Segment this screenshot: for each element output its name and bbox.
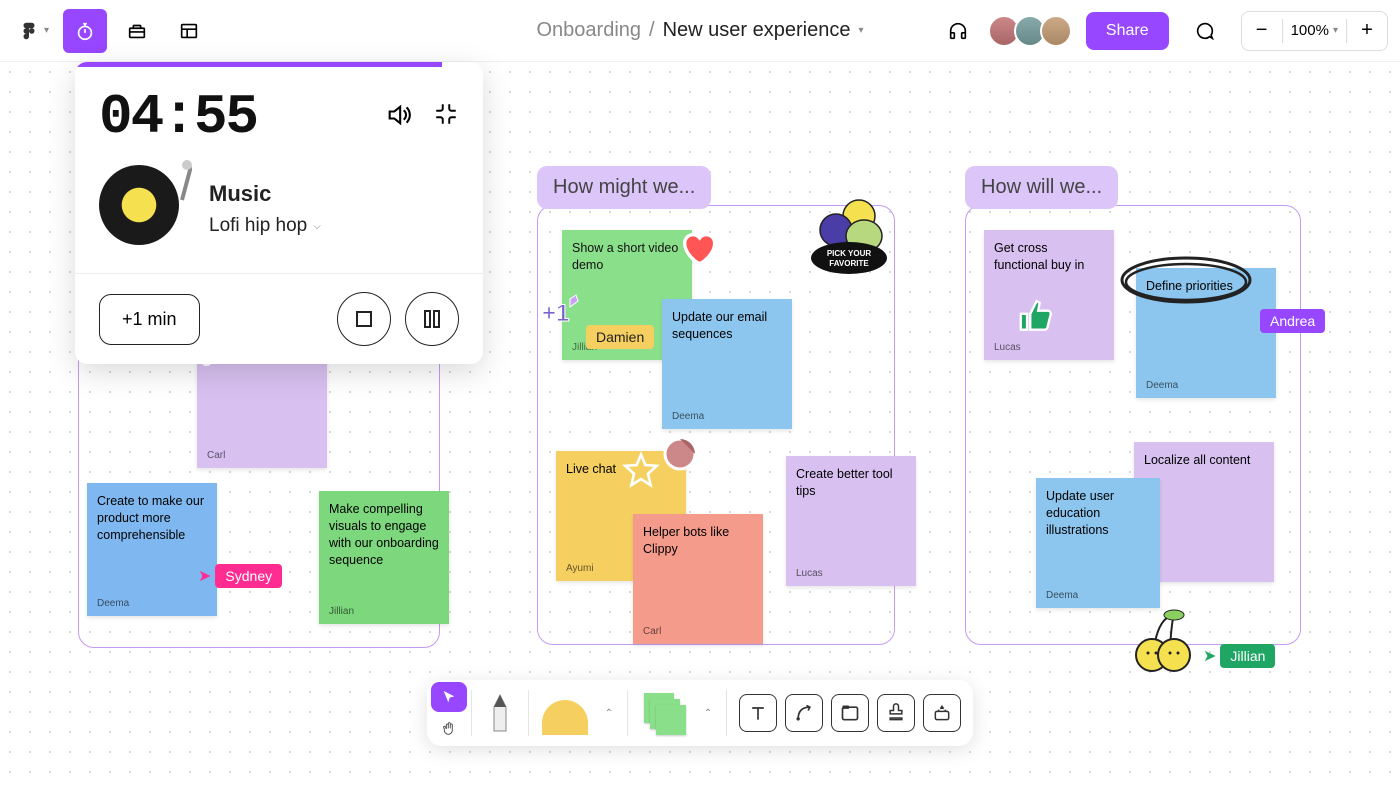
sticky-note-tool[interactable] — [634, 691, 694, 735]
heart-sticker[interactable] — [678, 228, 718, 273]
cursor-icon: ➤ — [1203, 646, 1216, 666]
section-icon — [840, 703, 860, 723]
sticky-expand[interactable]: ⌃ — [696, 691, 720, 735]
board-label[interactable]: How will we... — [965, 166, 1118, 209]
pencil-icon — [488, 691, 512, 735]
breadcrumb-parent[interactable]: Onboarding — [537, 19, 642, 42]
headphones-button[interactable] — [936, 9, 980, 53]
board-right[interactable]: How will we... Get cross functional buy … — [965, 205, 1301, 645]
figma-logo-menu[interactable]: ▾ — [12, 14, 55, 48]
stamp-tool[interactable] — [877, 694, 915, 732]
breadcrumb-current[interactable]: New user experience — [663, 19, 851, 42]
chevron-down-icon: ▾ — [44, 25, 49, 36]
pause-button[interactable] — [405, 292, 459, 346]
hand-tool[interactable] — [431, 714, 467, 744]
layout-icon — [178, 20, 200, 42]
comments-button[interactable] — [1183, 9, 1227, 53]
timer-display: 04:55 — [99, 85, 369, 149]
vinyl-record — [99, 165, 187, 253]
music-heading: Music — [209, 181, 321, 207]
pick-favorite-sticker[interactable]: PICK YOUR FAVORITE — [804, 188, 894, 283]
topbar-right: Share − 100%▾ + — [936, 9, 1388, 53]
zoom-value-dropdown[interactable]: 100%▾ — [1283, 22, 1346, 39]
svg-text:FAVORITE: FAVORITE — [829, 259, 869, 268]
volume-icon — [385, 101, 413, 129]
voting-tool-button[interactable] — [115, 9, 159, 53]
sticky-note[interactable]: Make compelling visuals to engage with o… — [319, 491, 449, 624]
timer-panel: 04:55 Music Lofi hip hop ⌵ +1 min — [75, 62, 483, 364]
cursor-andrea: Andrea — [1256, 309, 1325, 333]
cursor-icon: ➤ — [198, 566, 211, 586]
avatar[interactable] — [1040, 15, 1072, 47]
pause-icon — [424, 310, 440, 328]
zoom-in-button[interactable]: + — [1347, 12, 1387, 50]
star-sticker[interactable] — [620, 451, 662, 498]
add-minute-button[interactable]: +1 min — [99, 294, 200, 345]
shape-expand[interactable]: ⌃ — [597, 691, 621, 735]
collaborator-avatars[interactable] — [994, 15, 1072, 47]
breadcrumb[interactable]: Onboarding / New user experience ▾ — [537, 19, 864, 42]
cursor-jillian: ➤ Jillian — [1203, 644, 1275, 668]
svg-text:+1: +1 — [542, 300, 569, 327]
scribble-circle[interactable] — [1116, 252, 1256, 313]
circle-shape-icon — [542, 700, 588, 735]
connector-tool[interactable] — [785, 694, 823, 732]
minimize-icon — [433, 101, 459, 127]
bottom-toolbar: ⌃ ⌃ — [427, 680, 973, 746]
stop-button[interactable] — [337, 292, 391, 346]
thumbs-up-sticker[interactable] — [1016, 298, 1054, 341]
timer-tool-button[interactable] — [63, 9, 107, 53]
sticky-note[interactable]: Create to make our product more comprehe… — [87, 483, 217, 616]
pencil-tool[interactable] — [478, 691, 522, 735]
section-tool[interactable] — [831, 694, 869, 732]
stop-icon — [356, 311, 372, 327]
widgets-icon — [932, 703, 952, 723]
share-button[interactable]: Share — [1086, 12, 1169, 50]
coin-sticker[interactable] — [662, 436, 698, 477]
sticky-note[interactable]: Update our email sequences Deema — [662, 299, 792, 429]
chevron-down-icon[interactable]: ▾ — [858, 25, 863, 36]
chevron-down-icon: ⌵ — [313, 221, 321, 232]
comment-icon — [1194, 20, 1216, 42]
sticky-note[interactable]: Update user education illustrations Deem… — [1036, 478, 1160, 608]
plus-one-sticker[interactable]: +1 — [538, 291, 586, 336]
select-tool[interactable] — [431, 682, 467, 712]
layout-tool-button[interactable] — [167, 9, 211, 53]
volume-button[interactable] — [385, 101, 413, 134]
svg-text:PICK YOUR: PICK YOUR — [827, 249, 872, 258]
top-toolbar: ▾ Onboarding / New user experience ▾ Sha… — [0, 0, 1400, 62]
hand-icon — [441, 721, 457, 737]
board-label[interactable]: How might we... — [537, 166, 711, 209]
sticky-stack-icon — [642, 691, 686, 735]
text-tool[interactable] — [739, 694, 777, 732]
music-genre-select[interactable]: Lofi hip hop ⌵ — [209, 215, 321, 237]
zoom-control: − 100%▾ + — [1241, 11, 1388, 51]
zoom-out-button[interactable]: − — [1242, 12, 1282, 50]
cursor-sydney: ➤ Sydney — [198, 564, 282, 588]
stopwatch-icon — [74, 20, 96, 42]
minimize-button[interactable] — [433, 101, 459, 134]
sticky-note[interactable]: Create better tool tips Lucas — [786, 456, 916, 586]
pointer-icon — [441, 689, 457, 705]
cherry-sticker[interactable] — [1124, 607, 1200, 682]
text-icon — [748, 703, 768, 723]
shape-tool[interactable] — [535, 691, 595, 735]
toolbox-icon — [126, 20, 148, 42]
stamp-icon — [886, 703, 906, 723]
connector-icon — [794, 703, 814, 723]
breadcrumb-separator: / — [649, 19, 655, 42]
figma-logo-icon — [18, 20, 40, 42]
headphones-icon — [947, 20, 969, 42]
more-tools[interactable] — [923, 694, 961, 732]
sticky-note[interactable]: Helper bots like Clippy Carl — [633, 514, 763, 644]
cursor-damien: Damien — [582, 325, 654, 349]
